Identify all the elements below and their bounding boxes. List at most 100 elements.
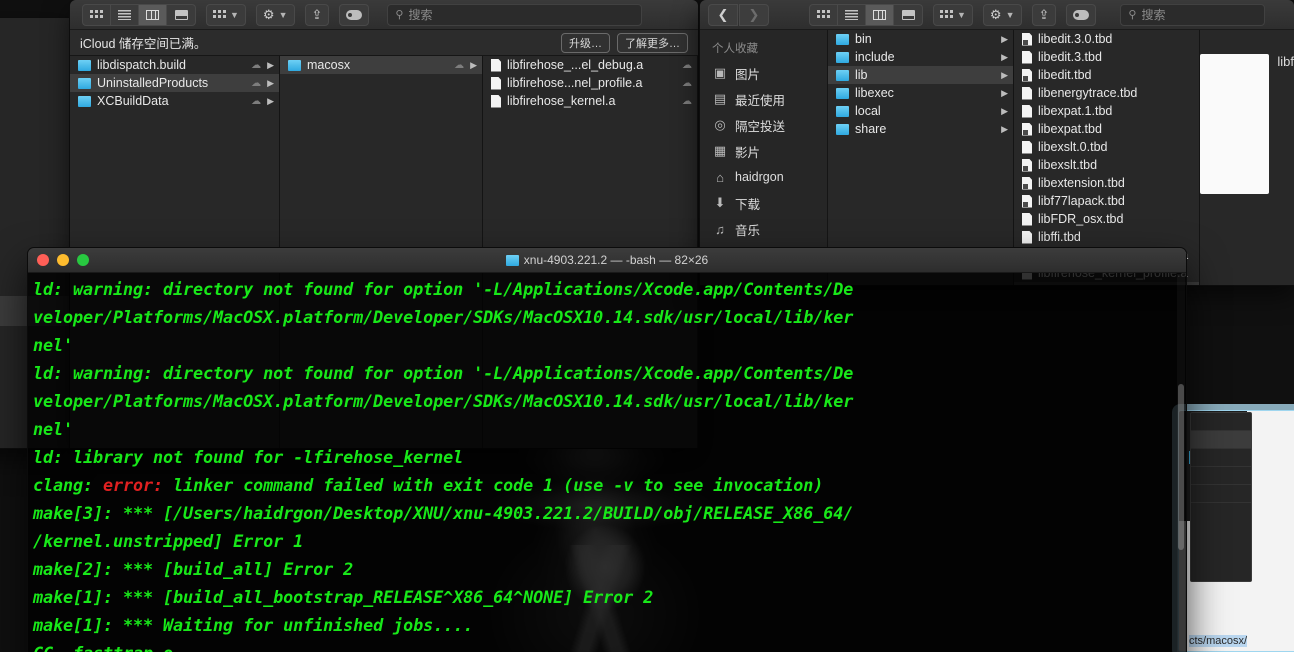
- file-row[interactable]: macosx ☁ ▶: [280, 56, 482, 74]
- thumbnail-row[interactable]: [1191, 431, 1251, 449]
- terminal-titlebar[interactable]: xnu-4903.221.2 — -bash — 82×26: [28, 248, 1186, 273]
- file-row[interactable]: libexslt.0.tbd: [1014, 138, 1199, 156]
- file-row[interactable]: libexpat.tbd: [1014, 120, 1199, 138]
- forward-button[interactable]: ❯: [739, 3, 769, 26]
- folder-icon: [78, 95, 91, 107]
- file-row-label: libedit.tbd: [1038, 68, 1092, 82]
- upgrade-button[interactable]: 升级…: [561, 32, 610, 53]
- scrollbar-thumb[interactable]: [1178, 384, 1184, 550]
- usr-column[interactable]: bin ▶ include ▶ lib ▶ libexec ▶ local ▶ share ▶: [828, 30, 1014, 285]
- file-row[interactable]: lib ▶: [828, 66, 1013, 84]
- search-field[interactable]: ⚲ 搜索: [387, 3, 643, 26]
- sidebar-item-影片[interactable]: ▦ 影片: [700, 138, 827, 164]
- right-window-sidebar[interactable]: 个人收藏 ▣图片▤最近使用◎隔空投送▦影片⌂haidrgon⬇下载♫音乐✦应用程…: [700, 30, 828, 285]
- thumbnail-row[interactable]: [1191, 413, 1251, 431]
- disclosure-arrow-icon[interactable]: ▶: [267, 60, 274, 71]
- main-toolbar[interactable]: ▼ ⚙ ▼ ⇪ ⚲ 搜索: [70, 0, 650, 30]
- sidebar-item-partial[interactable]: 空投送: [0, 86, 69, 116]
- learn-more-button[interactable]: 了解更多…: [617, 32, 688, 53]
- sidebar-item-隔空投送[interactable]: ◎ 隔空投送: [700, 112, 827, 138]
- main-window-titlebar[interactable]: ▼ ⚙ ▼ ⇪ ⚲ 搜索: [70, 0, 698, 30]
- tag-button[interactable]: [339, 3, 370, 26]
- sidebar-item-最近使用[interactable]: ▤ 最近使用: [700, 86, 827, 112]
- file-row[interactable]: libexpat.1.tbd: [1014, 102, 1199, 120]
- right-window-titlebar[interactable]: ❮ ❯ ▼ ⚙ ▼ ⇪ ⚲ 搜索: [700, 0, 1294, 30]
- sidebar-item-图片[interactable]: ▣ 图片: [700, 60, 827, 86]
- file-row[interactable]: bin ▶: [828, 30, 1013, 48]
- terminal-window[interactable]: xnu-4903.221.2 — -bash — 82×26 ld: warni…: [28, 248, 1186, 652]
- sidebar-item-haidrgon[interactable]: ⌂ haidrgon: [700, 164, 827, 190]
- file-row-label: libdispatch.build: [97, 58, 186, 72]
- file-row[interactable]: libenergytrace.tbd: [1014, 84, 1199, 102]
- file-row[interactable]: libFDR_osx.tbd: [1014, 210, 1199, 228]
- sidebar-item-partial[interactable]: 乐: [0, 206, 69, 236]
- list-view-button[interactable]: [838, 4, 866, 25]
- thumbnail-row[interactable]: [1191, 449, 1251, 467]
- search-field[interactable]: ⚲ 搜索: [1120, 3, 1266, 26]
- group-by-button[interactable]: ▼: [933, 3, 973, 26]
- file-row[interactable]: share ▶: [828, 120, 1013, 138]
- disclosure-arrow-icon[interactable]: ▶: [1001, 124, 1008, 135]
- sidebar-item-下载[interactable]: ⬇ 下载: [700, 190, 827, 216]
- view-mode-segmented-control[interactable]: [82, 3, 196, 26]
- navigation-buttons[interactable]: ❮ ❯: [708, 3, 769, 26]
- action-menu-button[interactable]: ⚙ ▼: [982, 3, 1022, 26]
- lib-column[interactable]: libedit.3.0.tbd libedit.3.tbd libedit.tbd l…: [1014, 30, 1200, 285]
- disclosure-arrow-icon[interactable]: ▶: [1001, 106, 1008, 117]
- sidebar-item-音乐[interactable]: ♫ 音乐: [700, 216, 827, 242]
- view-mode-segmented-control[interactable]: [809, 3, 923, 26]
- thumbnail-row[interactable]: [1191, 467, 1251, 485]
- gallery-view-button[interactable]: [894, 5, 922, 25]
- file-row[interactable]: local ▶: [828, 102, 1013, 120]
- tag-button[interactable]: [1066, 3, 1097, 26]
- sidebar-item-partial[interactable]: 片: [0, 116, 69, 146]
- file-row[interactable]: libfirehose_...el_debug.a ☁: [483, 56, 697, 74]
- file-row[interactable]: libedit.3.0.tbd: [1014, 30, 1199, 48]
- file-row[interactable]: libextension.tbd: [1014, 174, 1199, 192]
- file-row[interactable]: libdispatch.build ☁ ▶: [70, 56, 279, 74]
- sidebar-item-partial[interactable]: 载: [0, 176, 69, 206]
- gallery-view-button[interactable]: [167, 5, 195, 25]
- file-row-label: libexslt.0.tbd: [1038, 140, 1108, 154]
- file-row[interactable]: libedit.tbd: [1014, 66, 1199, 84]
- right-toolbar[interactable]: ▼ ⚙ ▼ ⇪ ⚲ 搜索: [801, 0, 1273, 30]
- icon-view-button[interactable]: [810, 4, 838, 25]
- finder-window-right[interactable]: ❮ ❯ ▼ ⚙ ▼ ⇪ ⚲ 搜索 个人收藏 ▣ 图片 ▤ 最近使用 ◎ 隔空投送…: [700, 0, 1294, 285]
- sidebar-item-partial[interactable]: drgon: [0, 146, 69, 176]
- disclosure-arrow-icon[interactable]: ▶: [470, 60, 477, 71]
- file-row[interactable]: libffi.tbd: [1014, 228, 1199, 246]
- file-row[interactable]: include ▶: [828, 48, 1013, 66]
- right-column-browser[interactable]: bin ▶ include ▶ lib ▶ libexec ▶ local ▶ share ▶ lib…: [828, 30, 1294, 285]
- thumbnail-row[interactable]: [1191, 485, 1251, 503]
- share-button[interactable]: ⇪: [1031, 3, 1057, 26]
- disclosure-arrow-icon[interactable]: ▶: [267, 78, 274, 89]
- group-by-button[interactable]: ▼: [206, 3, 246, 26]
- file-row[interactable]: libfirehose_kernel.a ☁: [483, 92, 697, 110]
- disclosure-arrow-icon[interactable]: ▶: [267, 96, 274, 107]
- back-button[interactable]: ❮: [708, 3, 738, 26]
- terminal-line: nel': [33, 335, 74, 355]
- list-view-button[interactable]: [111, 4, 139, 25]
- column-view-button[interactable]: [139, 4, 167, 25]
- file-row[interactable]: XCBuildData ☁ ▶: [70, 92, 279, 110]
- terminal-output[interactable]: ld: warning: directory not found for opt…: [28, 273, 1186, 652]
- file-row[interactable]: libexslt.tbd: [1014, 156, 1199, 174]
- disclosure-arrow-icon[interactable]: ▶: [1001, 88, 1008, 99]
- sidebar-item-partial[interactable]: 近使用: [0, 56, 69, 86]
- file-row[interactable]: UninstalledProducts ☁ ▶: [70, 74, 279, 92]
- sidebar-item-partial[interactable]: 片: [0, 26, 69, 56]
- disclosure-arrow-icon[interactable]: ▶: [1001, 34, 1008, 45]
- file-row[interactable]: libf77lapack.tbd: [1014, 192, 1199, 210]
- disclosure-arrow-icon[interactable]: ▶: [1001, 70, 1008, 81]
- file-row[interactable]: libfirehose...nel_profile.a ☁: [483, 74, 697, 92]
- disclosure-arrow-icon[interactable]: ▶: [1001, 52, 1008, 63]
- desktop-thumbnail-panel[interactable]: [1190, 412, 1252, 582]
- column-view-button[interactable]: [866, 4, 894, 25]
- action-menu-button[interactable]: ⚙ ▼: [255, 3, 295, 26]
- icon-view-button[interactable]: [83, 4, 111, 25]
- terminal-line: ld: library not found for -lfirehose_ker…: [33, 447, 464, 467]
- terminal-scrollbar[interactable]: [1177, 274, 1185, 652]
- file-row[interactable]: libedit.3.tbd: [1014, 48, 1199, 66]
- share-button[interactable]: ⇪: [304, 3, 330, 26]
- file-row[interactable]: libexec ▶: [828, 84, 1013, 102]
